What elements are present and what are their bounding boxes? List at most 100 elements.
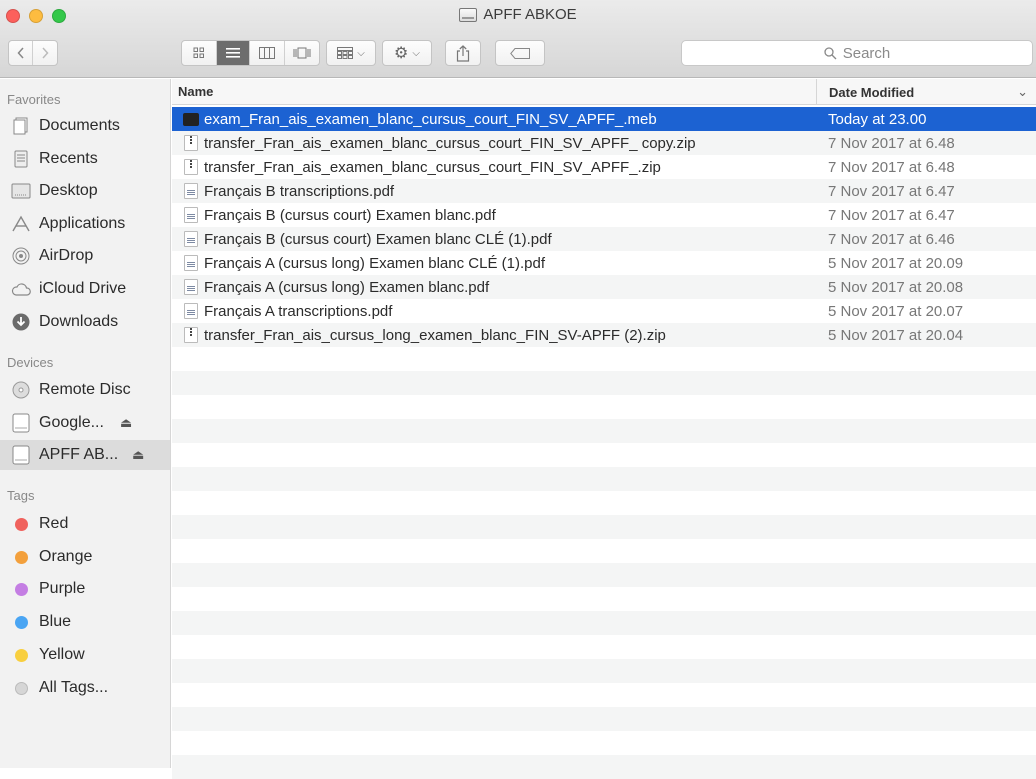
share-icon bbox=[456, 44, 470, 62]
icon-view-button[interactable] bbox=[182, 41, 217, 65]
empty-row bbox=[172, 395, 1036, 419]
sidebar-item-airdrop[interactable]: AirDrop bbox=[0, 241, 170, 271]
pdf-file-icon bbox=[184, 183, 198, 199]
sidebar-item-icloud-drive[interactable]: iCloud Drive bbox=[0, 274, 170, 304]
sidebar-item-documents[interactable]: Documents bbox=[0, 111, 170, 141]
column-header-name[interactable]: Name bbox=[178, 84, 213, 99]
tag-color-dot bbox=[15, 681, 28, 695]
share-button[interactable] bbox=[445, 40, 481, 66]
file-list: Name Date Modified ⌄ exam_Fran_ais_exame… bbox=[172, 79, 1036, 779]
cloud-icon bbox=[11, 279, 31, 299]
sidebar-item-downloads[interactable]: Downloads bbox=[0, 307, 170, 337]
list-view-button[interactable] bbox=[216, 41, 251, 65]
empty-row bbox=[172, 347, 1036, 371]
tags-header: Tags bbox=[7, 488, 35, 503]
chevron-down-icon: ⌵ bbox=[412, 47, 420, 59]
recents-icon bbox=[11, 149, 31, 169]
file-date-modified: Today at 23.00 bbox=[828, 110, 927, 128]
tag-color-dot bbox=[15, 648, 28, 662]
column-view-button[interactable] bbox=[250, 41, 285, 65]
drive-icon bbox=[459, 7, 478, 22]
sidebar-item-recents[interactable]: Recents bbox=[0, 144, 170, 174]
sidebar-item-desktop[interactable]: Desktop bbox=[0, 176, 170, 206]
empty-row bbox=[172, 707, 1036, 731]
zip-file-icon bbox=[184, 135, 198, 151]
sidebar-item-applications[interactable]: Applications bbox=[0, 209, 170, 239]
file-name: Français B (cursus court) Examen blanc.p… bbox=[204, 206, 496, 224]
search-icon bbox=[824, 46, 837, 59]
group-icon bbox=[337, 47, 354, 59]
empty-row bbox=[172, 587, 1036, 611]
sidebar-tag-red[interactable]: Red bbox=[0, 509, 170, 539]
forward-button[interactable] bbox=[33, 41, 57, 65]
cover-flow-view-button[interactable] bbox=[285, 41, 319, 65]
search-field[interactable]: Search bbox=[681, 40, 1033, 66]
sidebar-item-remote-disc[interactable]: Remote Disc bbox=[0, 375, 170, 405]
desktop-icon bbox=[11, 181, 31, 201]
column-view-icon bbox=[258, 47, 275, 59]
empty-row bbox=[172, 467, 1036, 491]
window-title: APFF ABKOE bbox=[0, 6, 1036, 23]
file-name: Français B (cursus court) Examen blanc C… bbox=[204, 230, 552, 248]
file-row[interactable]: transfer_Fran_ais_examen_blanc_cursus_co… bbox=[172, 131, 1036, 155]
empty-row bbox=[172, 635, 1036, 659]
file-name: transfer_Fran_ais_cursus_long_examen_bla… bbox=[204, 326, 666, 344]
file-date-modified: 7 Nov 2017 at 6.46 bbox=[828, 230, 955, 248]
search-placeholder: Search bbox=[842, 44, 891, 62]
sidebar-tag-all-tags[interactable]: All Tags... bbox=[0, 673, 170, 703]
file-name: exam_Fran_ais_examen_blanc_cursus_court_… bbox=[204, 110, 657, 128]
sidebar-tag-purple[interactable]: Purple bbox=[0, 574, 170, 604]
zip-file-icon bbox=[184, 159, 198, 175]
sidebar-item-label: Desktop bbox=[39, 182, 98, 199]
pdf-file-icon bbox=[184, 207, 198, 223]
pdf-file-icon bbox=[184, 231, 198, 247]
file-date-modified: 7 Nov 2017 at 6.48 bbox=[828, 134, 955, 152]
back-button[interactable] bbox=[9, 41, 34, 65]
empty-row bbox=[172, 611, 1036, 635]
empty-row bbox=[172, 491, 1036, 515]
sidebar-item-label: Purple bbox=[39, 580, 86, 597]
favorites-header: Favorites bbox=[7, 92, 61, 107]
sidebar-item-label: APFF AB... bbox=[39, 446, 119, 463]
sidebar-tag-blue[interactable]: Blue bbox=[0, 607, 170, 637]
sidebar-tag-orange[interactable]: Orange bbox=[0, 542, 170, 572]
file-row[interactable]: transfer_Fran_ais_cursus_long_examen_bla… bbox=[172, 323, 1036, 347]
executable-file-icon bbox=[183, 113, 199, 126]
sidebar-item-label: Applications bbox=[39, 215, 126, 232]
file-name: Français B transcriptions.pdf bbox=[204, 182, 395, 200]
zip-file-icon bbox=[184, 327, 198, 343]
drive-icon bbox=[11, 413, 31, 433]
file-name: Français A (cursus long) Examen blanc CL… bbox=[204, 254, 545, 272]
sidebar-item-google-drive[interactable]: Google... ⏏ bbox=[0, 408, 170, 438]
file-row[interactable]: Français B transcriptions.pdf 7 Nov 2017 … bbox=[172, 179, 1036, 203]
action-button[interactable]: ⚙ ⌵ bbox=[382, 40, 432, 66]
sidebar-item-label: Documents bbox=[39, 117, 120, 134]
downloads-icon bbox=[11, 312, 31, 332]
pdf-file-icon bbox=[184, 303, 198, 319]
sidebar-item-label: Blue bbox=[39, 613, 72, 630]
disc-icon bbox=[11, 380, 31, 400]
empty-row bbox=[172, 371, 1036, 395]
file-row[interactable]: Français B (cursus court) Examen blanc.p… bbox=[172, 203, 1036, 227]
empty-row bbox=[172, 419, 1036, 443]
file-row[interactable]: Français A (cursus long) Examen blanc CL… bbox=[172, 251, 1036, 275]
column-header-date-modified[interactable]: Date Modified ⌄ bbox=[816, 79, 1036, 105]
eject-icon[interactable]: ⏏ bbox=[132, 447, 144, 463]
eject-icon[interactable]: ⏏ bbox=[120, 415, 132, 431]
file-row[interactable]: exam_Fran_ais_examen_blanc_cursus_court_… bbox=[172, 107, 1036, 131]
tag-color-dot bbox=[15, 517, 28, 531]
title-bar: APFF ABKOE ⌵ ⚙ ⌵ Search bbox=[0, 0, 1036, 78]
file-row[interactable]: transfer_Fran_ais_examen_blanc_cursus_co… bbox=[172, 155, 1036, 179]
file-row[interactable]: Français B (cursus court) Examen blanc C… bbox=[172, 227, 1036, 251]
pdf-file-icon bbox=[184, 255, 198, 271]
window-title-text: APFF ABKOE bbox=[483, 6, 577, 23]
file-date-modified: 5 Nov 2017 at 20.04 bbox=[828, 326, 964, 344]
group-by-button[interactable]: ⌵ bbox=[326, 40, 376, 66]
edit-tags-button[interactable] bbox=[495, 40, 545, 66]
sidebar-item-apff-abkoe[interactable]: APFF AB... ⏏ bbox=[0, 440, 170, 470]
sidebar-tag-yellow[interactable]: Yellow bbox=[0, 640, 170, 670]
file-row[interactable]: Français A transcriptions.pdf 5 Nov 2017 … bbox=[172, 299, 1036, 323]
tag-color-dot bbox=[15, 550, 28, 564]
chevron-down-icon: ⌵ bbox=[357, 47, 365, 59]
file-row[interactable]: Français A (cursus long) Examen blanc.pd… bbox=[172, 275, 1036, 299]
